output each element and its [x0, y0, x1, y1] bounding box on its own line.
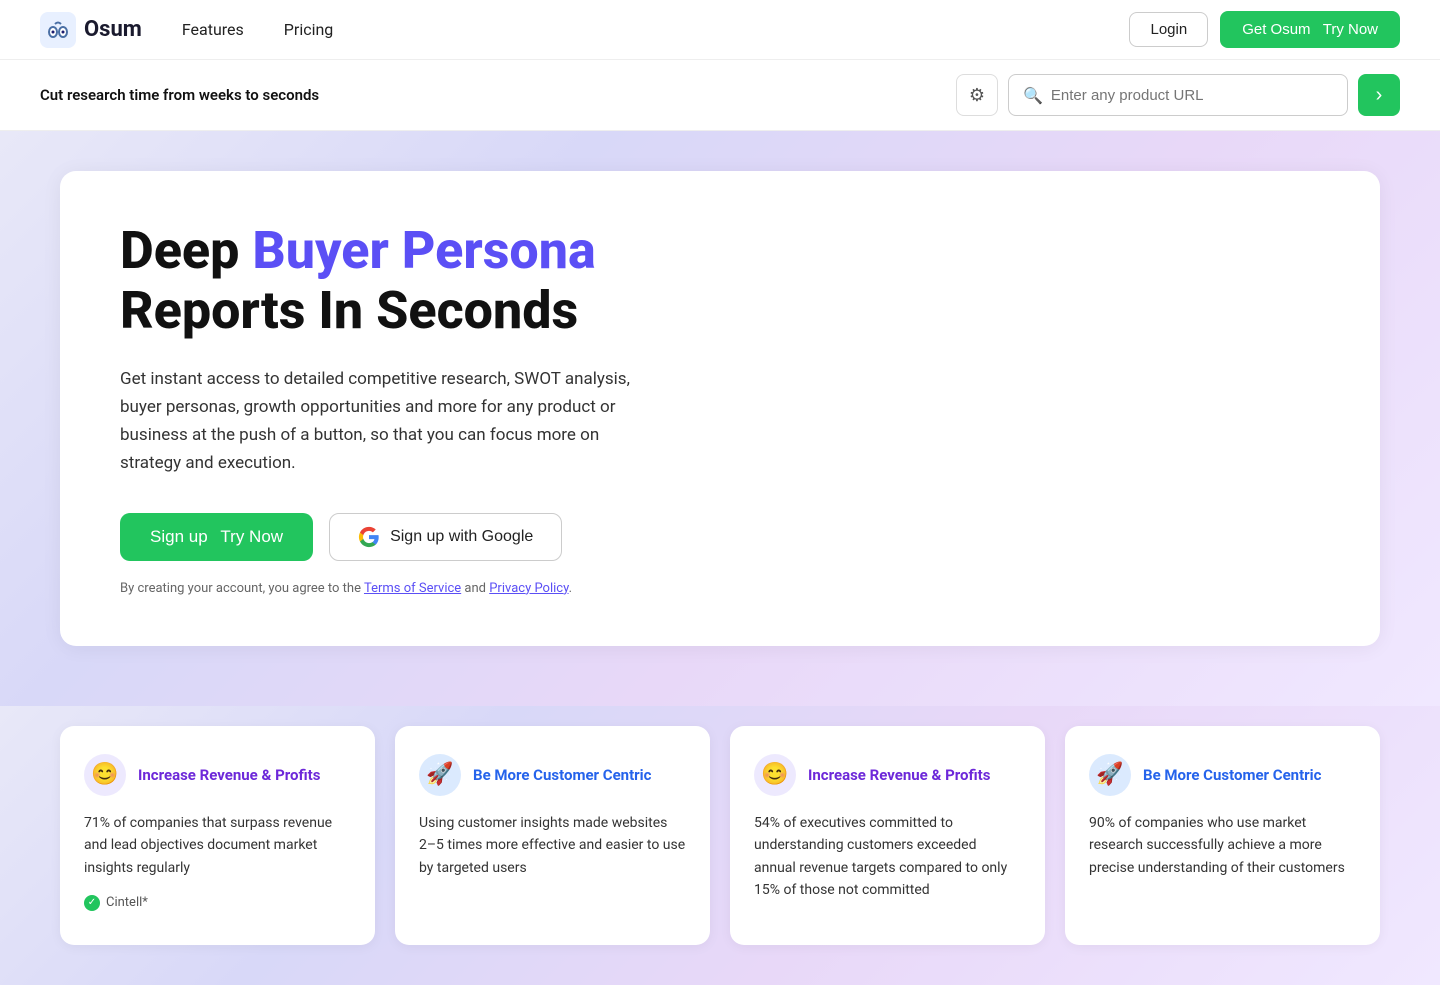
- nav-right: Login Get Osum Try Now: [1129, 11, 1400, 48]
- benefit-card: 🚀 Be More Customer Centric 90% of compan…: [1065, 726, 1380, 946]
- benefit-card-header: 🚀 Be More Customer Centric: [419, 754, 686, 796]
- benefit-card: 😊 Increase Revenue & Profits 54% of exec…: [730, 726, 1045, 946]
- google-signup-label: Sign up with Google: [390, 528, 533, 546]
- terms-link[interactable]: Terms of Service: [364, 581, 461, 596]
- hero-title-highlight: Buyer Persona: [252, 220, 595, 281]
- benefit-card: 😊 Increase Revenue & Profits 71% of comp…: [60, 726, 375, 946]
- benefit-title: Increase Revenue & Profits: [808, 766, 990, 784]
- source-label: Cintell*: [106, 895, 148, 910]
- search-icon: 🔍: [1023, 86, 1043, 105]
- toolbar-bar: Cut research time from weeks to seconds …: [0, 60, 1440, 131]
- toolbar-tagline: Cut research time from weeks to seconds: [40, 86, 319, 104]
- benefit-body: Using customer insights made websites 2–…: [419, 812, 686, 879]
- benefit-icon: 😊: [754, 754, 796, 796]
- benefit-title: Be More Customer Centric: [1143, 766, 1321, 784]
- benefits-grid: 😊 Increase Revenue & Profits 71% of comp…: [60, 726, 1380, 946]
- hero-subtitle: Get instant access to detailed competiti…: [120, 365, 660, 477]
- hero-title-plain2: Reports In Seconds: [120, 280, 578, 341]
- search-input[interactable]: [1051, 87, 1333, 104]
- and-text: and: [461, 581, 489, 596]
- logo-icon: [40, 12, 76, 48]
- source-dot: ✓: [84, 895, 100, 911]
- benefit-icon: 🚀: [419, 754, 461, 796]
- google-icon: [358, 526, 380, 548]
- hero-title: Deep Buyer Persona Reports In Seconds: [120, 221, 1320, 341]
- login-button[interactable]: Login: [1129, 12, 1208, 47]
- logo-text: Osum: [84, 17, 142, 42]
- benefit-icon: 🚀: [1089, 754, 1131, 796]
- benefit-source: ✓ Cintell*: [84, 895, 351, 911]
- get-osum-label: Get Osum: [1242, 21, 1310, 38]
- benefit-card: 🚀 Be More Customer Centric Using custome…: [395, 726, 710, 946]
- hero-legal: By creating your account, you agree to t…: [120, 581, 1320, 596]
- hero-buttons: Sign up Try Now Sign up with Google: [120, 513, 1320, 561]
- benefit-icon: 😊: [84, 754, 126, 796]
- filter-icon: ⚙: [969, 85, 985, 106]
- nav-features-link[interactable]: Features: [182, 20, 244, 39]
- search-go-button[interactable]: ›: [1358, 74, 1400, 116]
- benefit-card-header: 😊 Increase Revenue & Profits: [84, 754, 351, 796]
- nav-left: Osum Features Pricing: [40, 12, 333, 48]
- filter-button[interactable]: ⚙: [956, 74, 998, 116]
- hero-section: Deep Buyer Persona Reports In Seconds Ge…: [0, 131, 1440, 706]
- toolbar-search: ⚙ 🔍 ›: [956, 74, 1400, 116]
- logo-link[interactable]: Osum: [40, 12, 142, 48]
- legal-prefix: By creating your account, you agree to t…: [120, 581, 364, 596]
- nav-pricing-link[interactable]: Pricing: [284, 20, 334, 39]
- try-now-label: Try Now: [1323, 21, 1378, 38]
- benefit-title: Increase Revenue & Profits: [138, 766, 320, 784]
- benefit-title: Be More Customer Centric: [473, 766, 651, 784]
- hero-title-plain: Deep: [120, 220, 252, 281]
- legal-suffix: .: [569, 581, 572, 596]
- benefit-card-header: 😊 Increase Revenue & Profits: [754, 754, 1021, 796]
- navbar: Osum Features Pricing Login Get Osum Try…: [0, 0, 1440, 60]
- benefit-body: 54% of executives committed to understan…: [754, 812, 1021, 902]
- signup-label: Sign up: [150, 527, 208, 547]
- try-now-label: Try Now: [220, 527, 283, 547]
- benefit-card-header: 🚀 Be More Customer Centric: [1089, 754, 1356, 796]
- benefits-section: 😊 Increase Revenue & Profits 71% of comp…: [0, 706, 1440, 985]
- search-box: 🔍: [1008, 74, 1348, 116]
- benefit-body: 71% of companies that surpass revenue an…: [84, 812, 351, 879]
- benefit-body: 90% of companies who use market research…: [1089, 812, 1356, 879]
- hero-card: Deep Buyer Persona Reports In Seconds Ge…: [60, 171, 1380, 646]
- google-signup-button[interactable]: Sign up with Google: [329, 513, 562, 561]
- chevron-right-icon: ›: [1376, 84, 1383, 107]
- signup-now-button[interactable]: Sign up Try Now: [120, 513, 313, 561]
- get-osum-button[interactable]: Get Osum Try Now: [1220, 11, 1400, 48]
- privacy-link[interactable]: Privacy Policy: [489, 581, 568, 596]
